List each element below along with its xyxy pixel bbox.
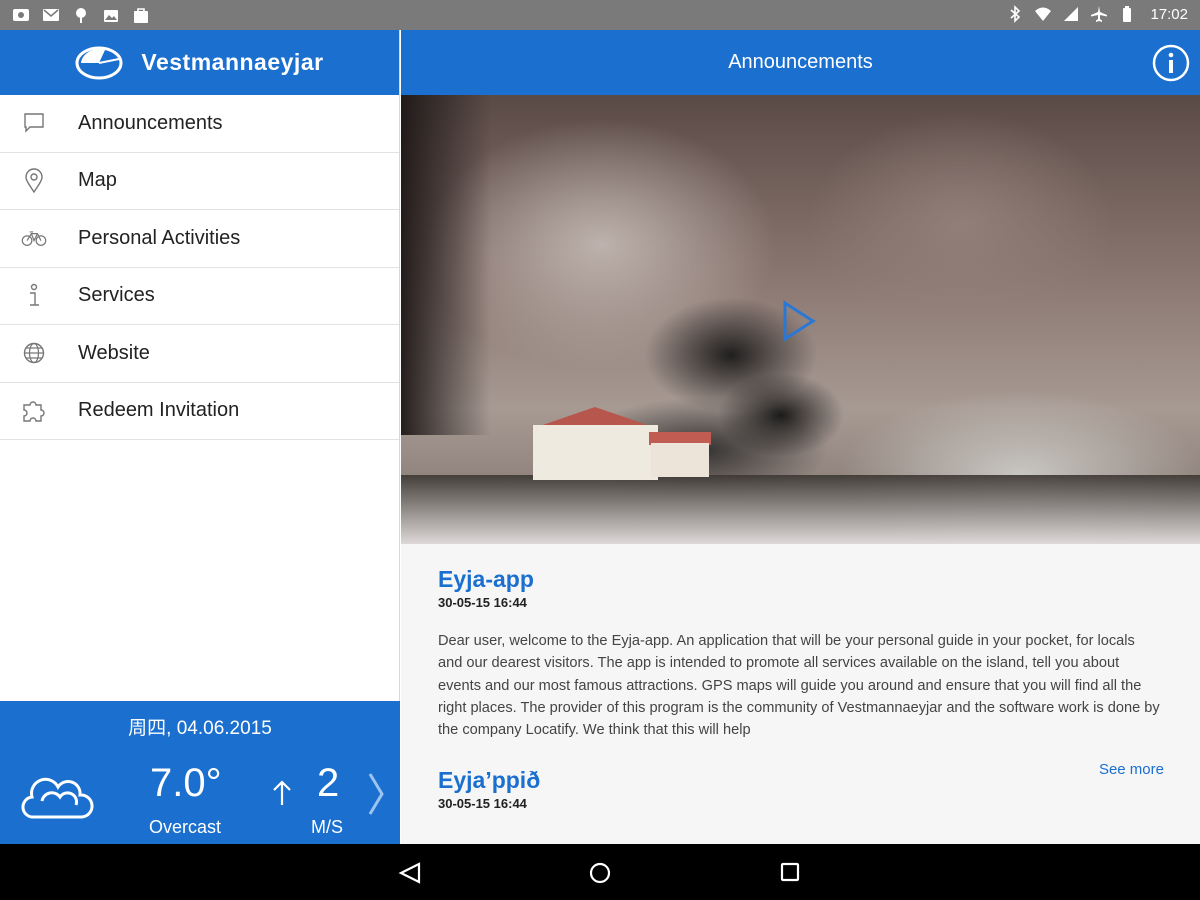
menu-item-services[interactable]: Services <box>0 268 399 325</box>
announcement-video-thumbnail[interactable] <box>401 95 1200 544</box>
info-person-icon <box>21 283 47 309</box>
hero-shadow <box>401 95 491 435</box>
temperature: 7.0° <box>150 761 222 805</box>
play-icon[interactable] <box>781 300 817 342</box>
battery-icon <box>1123 6 1132 22</box>
globe-icon <box>21 340 47 366</box>
airplane-icon <box>1091 6 1108 22</box>
hero-ground <box>401 475 1200 544</box>
main-header: Announcements <box>401 30 1200 95</box>
home-icon[interactable] <box>589 862 611 884</box>
menu-label: Personal Activities <box>78 226 241 249</box>
bluetooth-icon <box>1010 5 1021 23</box>
see-more-link[interactable]: See more <box>1099 761 1164 778</box>
hero-house2 <box>651 443 709 477</box>
announcement-title[interactable]: Eyja-app <box>438 566 1163 593</box>
weather-condition: Overcast <box>149 817 222 837</box>
wind-unit: M/S <box>311 817 344 837</box>
wind-direction-arrow-icon <box>273 780 291 805</box>
navigation-drawer: Vestmannaeyjar Announcements Map Persona… <box>0 30 400 844</box>
announcement-card: Eyja’ppið 30-05-15 16:44 <box>401 745 1200 811</box>
drawer-header: Vestmannaeyjar <box>0 30 399 95</box>
menu-item-map[interactable]: Map <box>0 153 399 210</box>
announcement-card: Eyja-app 30-05-15 16:44 Dear user, welco… <box>401 544 1200 778</box>
drawer-menu: Announcements Map Personal Activities Se… <box>0 95 399 440</box>
notification-icons <box>12 6 150 24</box>
photo-icon <box>104 10 118 22</box>
status-time: 17:02 <box>1150 5 1188 23</box>
menu-label: Map <box>78 169 117 192</box>
menu-item-announcements[interactable]: Announcements <box>0 95 399 153</box>
menu-item-personal-activities[interactable]: Personal Activities <box>0 210 399 268</box>
map-pin-icon <box>21 168 47 194</box>
announcement-date: 30-05-15 16:44 <box>438 595 527 610</box>
chevron-right-icon[interactable] <box>366 771 386 817</box>
bicycle-icon <box>21 225 47 251</box>
wifi-icon <box>1035 7 1052 21</box>
cloud-icon <box>21 777 94 819</box>
announcement-date: 30-05-15 16:44 <box>438 796 527 811</box>
app-logo-icon <box>75 46 123 79</box>
weather-date: 周四, 04.06.2015 <box>128 718 272 739</box>
recent-apps-icon[interactable] <box>780 862 800 882</box>
wind-speed: 2 <box>317 761 340 805</box>
main-content: Announcements Eyja-app 30-05-15 16:44 De… <box>401 30 1200 844</box>
cast-icon <box>13 9 29 21</box>
back-icon[interactable] <box>398 862 422 884</box>
page-title: Announcements <box>728 51 873 73</box>
location-pin-icon <box>76 8 86 23</box>
app-title: Vestmannaeyjar <box>141 49 324 75</box>
puzzle-icon <box>21 398 47 424</box>
announcement-body: Dear user, welcome to the Eyja-app. An a… <box>438 633 1160 739</box>
system-navigation-bar <box>0 844 1200 900</box>
announcement-title[interactable]: Eyja’ppið <box>438 767 1163 794</box>
speech-bubble-icon <box>21 110 47 136</box>
menu-label: Redeem Invitation <box>78 399 240 422</box>
menu-item-website[interactable]: Website <box>0 325 399 383</box>
menu-item-redeem-invitation[interactable]: Redeem Invitation <box>0 383 399 440</box>
hero-house <box>533 425 658 480</box>
signal-icon <box>1064 7 1079 21</box>
weather-widget: 周四, 04.06.2015 7.0° Overcast 2 M/S <box>0 701 400 844</box>
status-bar: 17:02 <box>0 0 1200 30</box>
info-icon[interactable] <box>1152 44 1190 82</box>
menu-label: Announcements <box>78 111 223 134</box>
email-icon <box>43 9 59 21</box>
system-status-icons: 17:02 <box>1006 5 1188 23</box>
menu-label: Website <box>78 341 150 364</box>
shopping-bag-icon <box>134 8 148 23</box>
menu-label: Services <box>78 284 155 307</box>
